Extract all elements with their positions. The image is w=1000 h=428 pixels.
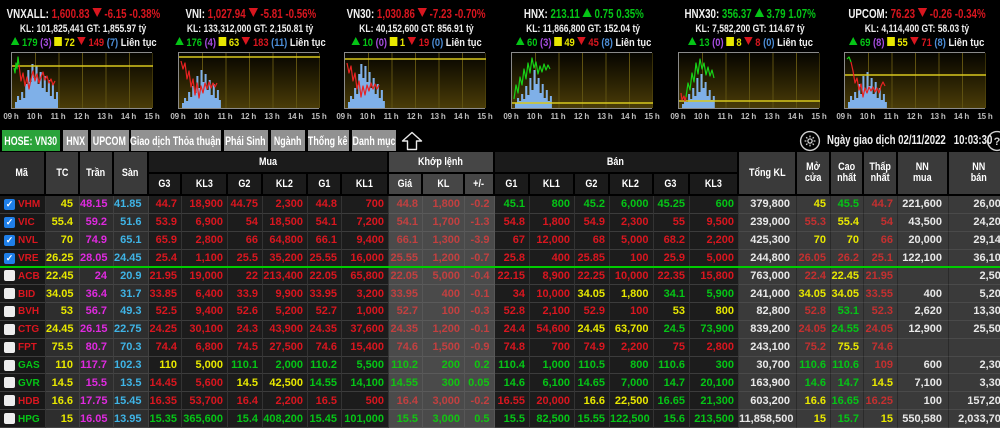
svg-text:?: ? <box>994 136 1000 148</box>
